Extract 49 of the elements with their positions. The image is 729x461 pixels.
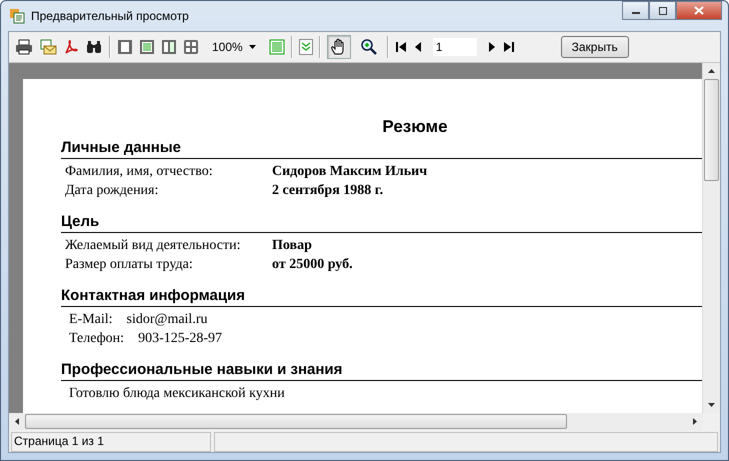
down-arrow-icon[interactable] [708, 403, 715, 407]
two-pages-icon[interactable] [161, 39, 177, 55]
document-title: Резюме [381, 117, 449, 138]
hand-tool[interactable] [326, 35, 351, 59]
vertical-scrollbar[interactable] [702, 63, 720, 413]
close-preview-button[interactable]: Закрыть [560, 36, 629, 58]
maximize-icon [658, 6, 668, 14]
double-chevron-icon[interactable] [298, 39, 313, 55]
field-value: от 25000 руб. [272, 256, 353, 272]
field-label: Дата рождения: [65, 182, 160, 198]
four-pages-icon[interactable] [183, 39, 199, 55]
field-value: 2 сентября 1988 г. [272, 182, 384, 198]
email-icon[interactable] [39, 39, 57, 55]
printer-icon[interactable] [15, 39, 33, 55]
last-page-icon[interactable] [502, 41, 515, 53]
field-label: E-Mail: [68, 312, 113, 328]
previous-page-icon[interactable] [412, 41, 423, 53]
field-label: Фамилия, имя, отчество: [65, 164, 214, 180]
status-text: Страница 1 из 1 [11, 432, 211, 452]
field-value: Сидоров Максим Ильич [272, 164, 428, 180]
caret-icon [248, 45, 256, 49]
right-arrow-icon[interactable] [693, 418, 697, 425]
field-value: 903-125-28-97 [137, 330, 222, 346]
close-button[interactable] [676, 1, 722, 20]
minimize-button[interactable] [622, 1, 649, 20]
left-arrow-icon[interactable] [15, 418, 19, 425]
paragraph-text: Готовлю блюда мексиканской кухни [68, 386, 285, 402]
pdf-icon[interactable] [63, 39, 79, 55]
scrollbar-thumb[interactable] [25, 414, 567, 429]
list-icon[interactable] [268, 39, 285, 55]
page-width-icon[interactable] [139, 39, 155, 55]
next-page-icon[interactable] [486, 41, 497, 53]
field-label: Желаемый вид деятельности: [65, 238, 242, 254]
field-value: Повар [272, 238, 312, 254]
window-title: Предварительный просмотр [31, 9, 189, 23]
maximize-button[interactable] [649, 1, 676, 20]
close-icon [694, 6, 704, 15]
zoom-in-icon [360, 38, 378, 56]
zoom-dropdown[interactable]: 100% [209, 39, 259, 55]
field-label: Размер оплаты труда: [65, 256, 194, 272]
up-arrow-icon[interactable] [708, 69, 715, 73]
single-page-icon[interactable] [117, 39, 133, 55]
scrollbar-thumb[interactable] [704, 79, 719, 181]
field-value: sidor@mail.ru [126, 312, 208, 328]
first-page-icon[interactable] [394, 41, 407, 53]
field-label: Телефон: [68, 330, 124, 346]
page-number-field[interactable]: 1 [432, 38, 477, 56]
app-icon [9, 8, 25, 24]
binoculars-icon[interactable] [85, 39, 103, 55]
